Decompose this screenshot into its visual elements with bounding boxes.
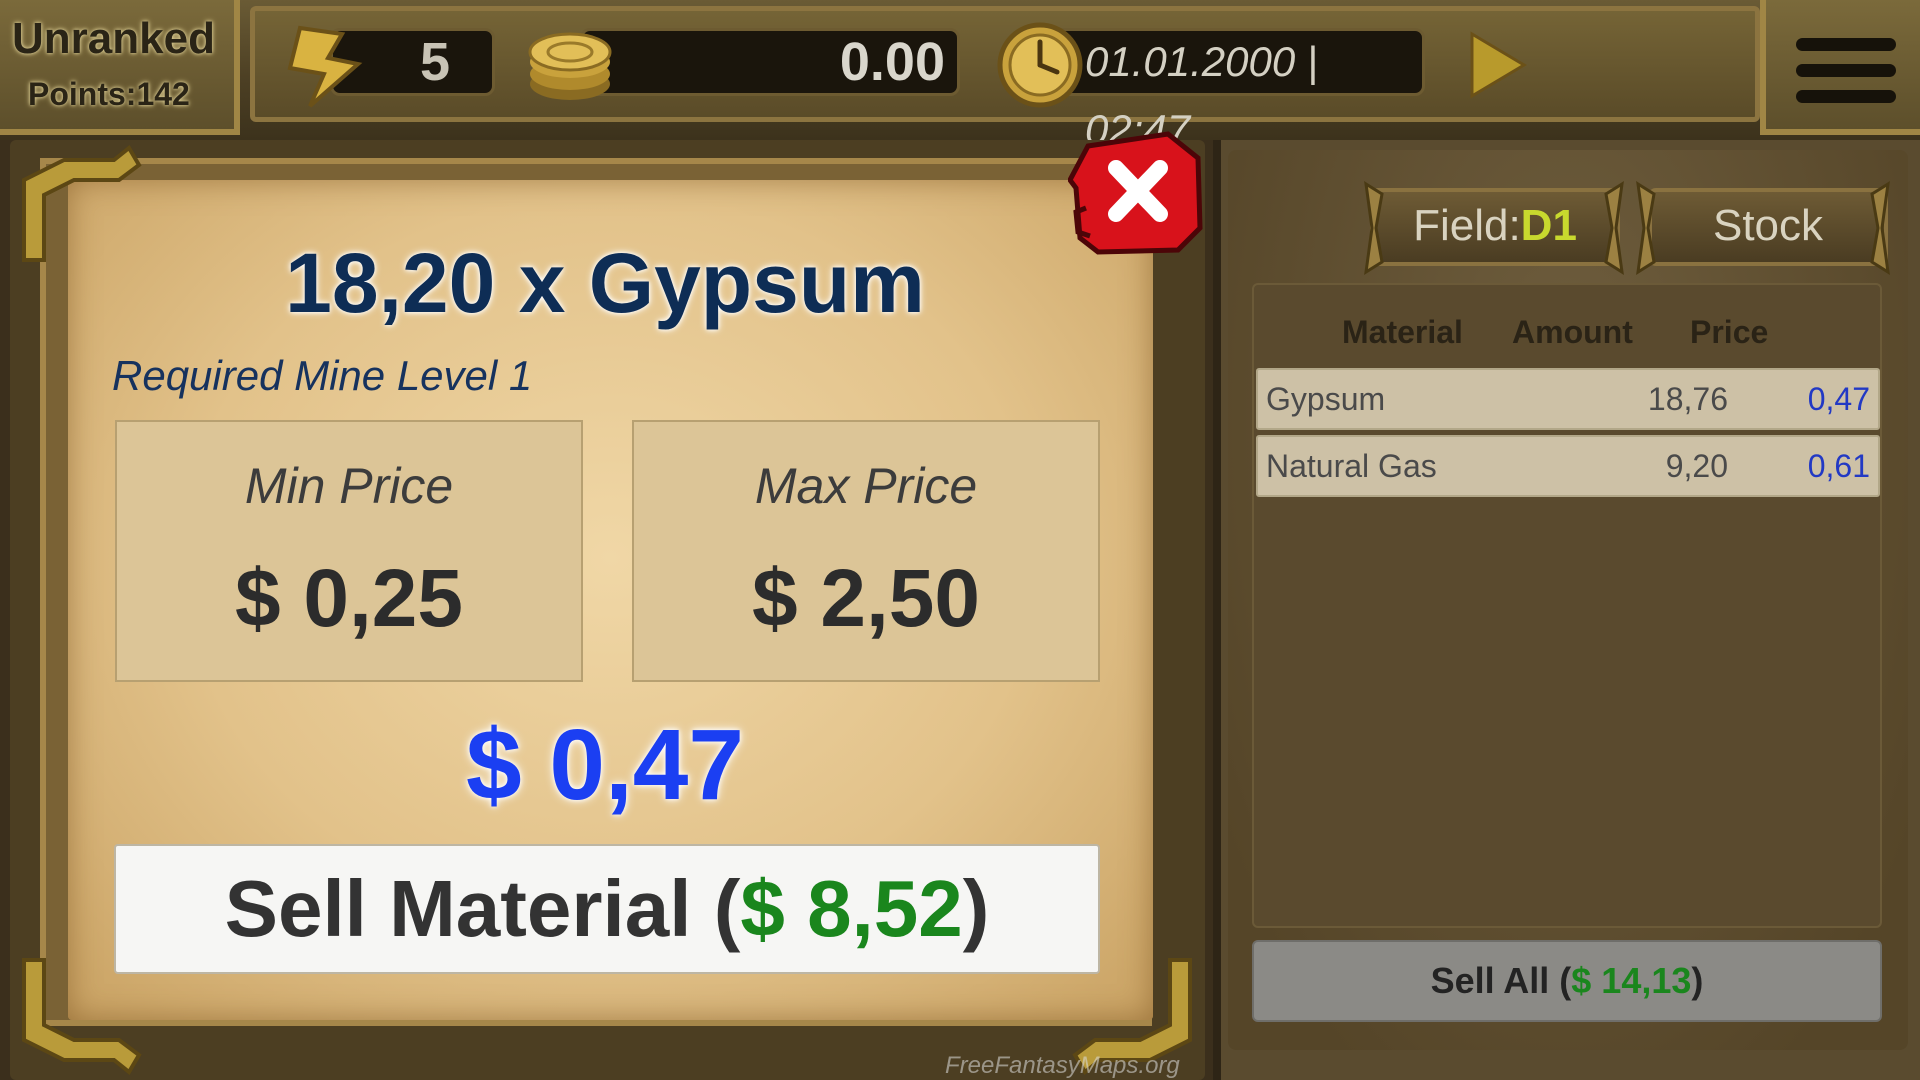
- sell-all-label: Sell All (: [1430, 960, 1572, 1001]
- scroll-cap-icon: [1364, 181, 1384, 275]
- column-header-price: Price: [1690, 314, 1769, 350]
- scroll-cap-icon: [1870, 181, 1890, 275]
- required-level-text: Required Mine Level 1: [112, 352, 533, 399]
- corner-ornament-icon: [22, 144, 142, 262]
- hamburger-menu-icon[interactable]: [1796, 38, 1896, 118]
- row-price: 0,61: [1807, 448, 1870, 484]
- rank-label: Unranked: [12, 14, 215, 63]
- max-price-box: Max Price $ 2,50: [632, 420, 1100, 682]
- energy-value: 5: [419, 32, 451, 92]
- row-price: 0,47: [1807, 381, 1870, 417]
- tab-field[interactable]: Field:D1: [1370, 188, 1620, 266]
- lightning-icon: [287, 25, 363, 108]
- clock-icon: [997, 22, 1083, 108]
- sell-material-amount: $ 8,52: [740, 864, 963, 953]
- row-material: Gypsum: [1266, 381, 1386, 417]
- watermark: FreeFantasyMaps.org: [945, 1052, 1180, 1079]
- column-header-material: Material: [1342, 314, 1463, 350]
- points-label: Points:142: [28, 76, 190, 112]
- min-price-label: Min Price: [244, 458, 454, 514]
- current-price: $ 0,47: [465, 709, 745, 821]
- sell-all-amount: $ 14,13: [1571, 960, 1692, 1001]
- sell-material-label: Sell Material (: [224, 864, 741, 953]
- menu-line: [1796, 38, 1896, 51]
- sell-all-button[interactable]: Sell All ($ 14,13): [1252, 940, 1882, 1022]
- dialog-title: 18,20 x Gypsum: [285, 236, 925, 330]
- menu-line: [1796, 64, 1896, 77]
- money-value: 0.00: [839, 32, 945, 92]
- tab-field-value: D1: [1520, 201, 1577, 250]
- date-time-display: 01.01.2000 | 02:47: [1085, 38, 1318, 153]
- table-row[interactable]: Gypsum 18,76 0,47: [1256, 368, 1880, 430]
- column-header-amount: Amount: [1512, 314, 1633, 350]
- scroll-cap-icon: [1604, 181, 1624, 275]
- sell-material-suffix: ): [962, 864, 990, 953]
- min-price-box: Min Price $ 0,25: [115, 420, 583, 682]
- max-price-label: Max Price: [754, 458, 978, 514]
- max-price-value: $ 2,50: [752, 553, 980, 644]
- tab-stock-label: Stock: [1712, 201, 1824, 250]
- sell-all-suffix: ): [1691, 960, 1704, 1001]
- coin-stack-icon: [528, 32, 612, 100]
- sell-material-button[interactable]: Sell Material ($ 8,52): [114, 844, 1100, 974]
- table-row[interactable]: Natural Gas 9,20 0,61: [1256, 435, 1880, 497]
- rank-panel: Unranked Points:142: [0, 0, 240, 135]
- menu-line: [1796, 90, 1896, 103]
- row-amount: 9,20: [1665, 448, 1728, 484]
- tab-field-label: Field:: [1413, 201, 1521, 250]
- scroll-cap-icon: [1636, 181, 1656, 275]
- min-price-value: $ 0,25: [235, 553, 463, 644]
- row-amount: 18,76: [1647, 381, 1728, 417]
- row-material: Natural Gas: [1266, 448, 1437, 484]
- close-icon[interactable]: [1068, 128, 1210, 260]
- play-icon[interactable]: [1468, 30, 1528, 100]
- tab-stock[interactable]: Stock: [1648, 188, 1888, 266]
